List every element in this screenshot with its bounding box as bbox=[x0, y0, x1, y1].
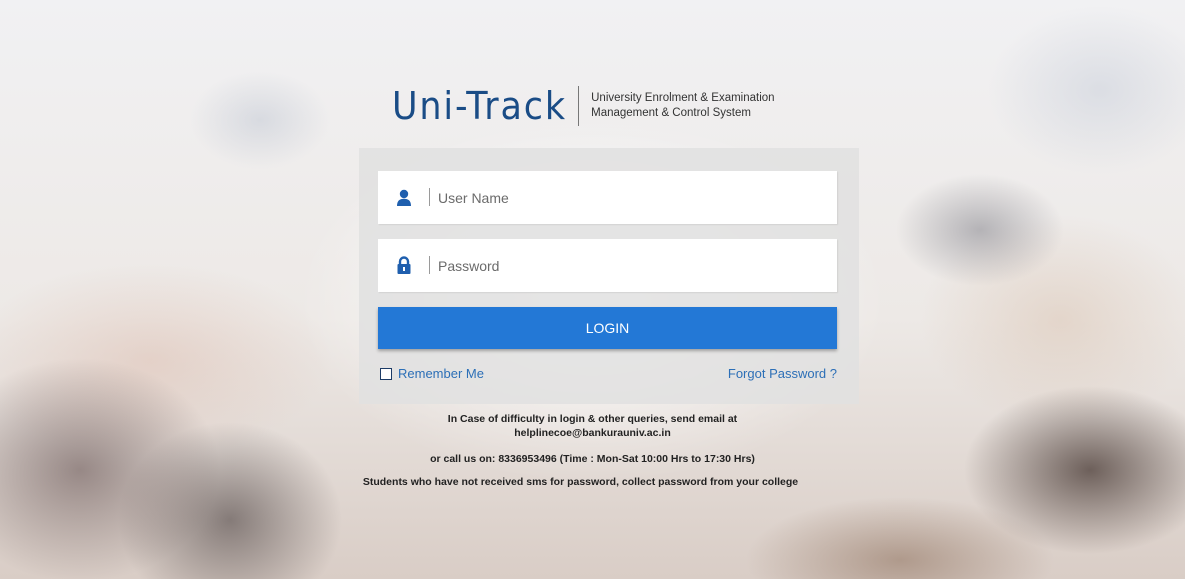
app-tagline: University Enrolment & Examination Manag… bbox=[591, 91, 774, 121]
username-field[interactable] bbox=[378, 170, 837, 225]
remember-me-label: Remember Me bbox=[398, 366, 484, 381]
password-field[interactable] bbox=[378, 238, 837, 293]
login-panel: LOGIN Remember Me Forgot Password ? bbox=[359, 148, 859, 404]
login-page: Uni-Track University Enrolment & Examina… bbox=[0, 0, 1185, 579]
tagline-line-1: University Enrolment & Examination bbox=[591, 92, 775, 104]
sms-notice: Students who have not received sms for p… bbox=[362, 476, 799, 488]
lock-icon bbox=[378, 239, 430, 292]
app-logo: Uni-Track University Enrolment & Examina… bbox=[392, 84, 775, 128]
logo-divider bbox=[578, 86, 580, 126]
login-button[interactable]: LOGIN bbox=[378, 307, 837, 349]
help-email: helplinecoe@bankurauniv.ac.in bbox=[514, 427, 671, 439]
username-input[interactable] bbox=[430, 170, 820, 225]
app-title: Uni-Track bbox=[392, 84, 567, 128]
help-text: In Case of difficulty in login & other q… bbox=[447, 413, 738, 425]
forgot-password-link[interactable]: Forgot Password ? bbox=[728, 366, 837, 381]
password-input[interactable] bbox=[430, 238, 820, 293]
remember-me-checkbox[interactable] bbox=[380, 367, 392, 380]
user-icon bbox=[378, 171, 430, 224]
remember-me[interactable]: Remember Me bbox=[380, 366, 484, 381]
help-phone: or call us on: 8336953496 (Time : Mon-Sa… bbox=[430, 453, 755, 465]
tagline-line-2: Management & Control System bbox=[591, 107, 751, 119]
